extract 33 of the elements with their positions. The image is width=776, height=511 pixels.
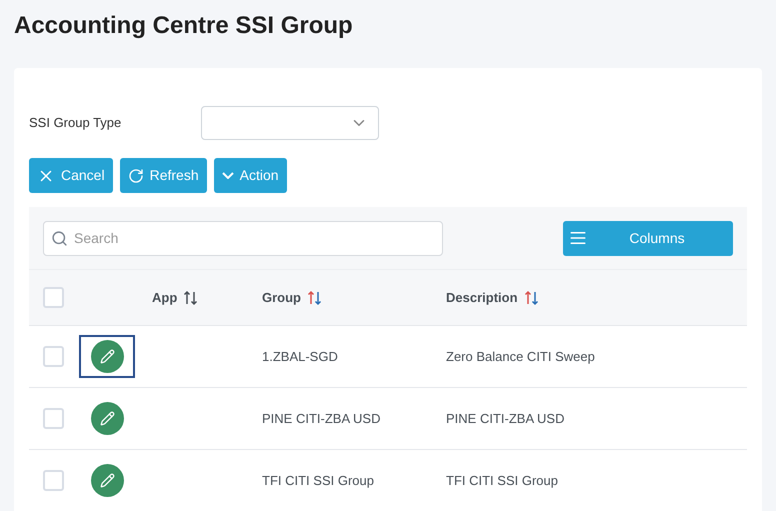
search-icon	[51, 230, 68, 246]
field-label: SSI Group Type	[29, 114, 122, 132]
columns-button[interactable]: Columns	[563, 220, 733, 256]
refresh-icon	[128, 168, 144, 184]
chevron-down-icon	[222, 172, 234, 179]
list-icon	[569, 229, 587, 247]
table-cell-text: PINE CITI-ZBA USD	[446, 410, 564, 428]
checkbox[interactable]	[43, 287, 64, 308]
pencil-icon	[100, 411, 114, 426]
checkbox[interactable]	[43, 346, 64, 367]
column-header[interactable]: Description	[446, 288, 518, 308]
cancel-button[interactable]: Cancel	[29, 158, 113, 193]
edit-button[interactable]	[90, 340, 124, 373]
page-title: Accounting Centre SSI Group	[13, 11, 354, 41]
column-header[interactable]: Group	[262, 288, 301, 308]
edit-button[interactable]	[90, 464, 124, 497]
sort-icon[interactable]	[183, 290, 200, 306]
pencil-icon	[100, 473, 114, 488]
sort-icon[interactable]	[524, 290, 540, 306]
edit-button[interactable]	[90, 402, 124, 435]
table-cell-text: TFI CITI SSI Group	[262, 472, 375, 490]
action-button[interactable]: Action	[214, 158, 287, 193]
checkbox[interactable]	[43, 470, 64, 491]
table-cell-text: 1.ZBAL-SGD	[262, 348, 339, 366]
pencil-icon	[100, 349, 114, 364]
checkbox[interactable]	[43, 408, 64, 429]
sort-icon[interactable]	[307, 290, 323, 306]
search-field[interactable]: Search	[43, 220, 443, 256]
table-cell-text: Zero Balance CITI Sweep	[446, 348, 595, 366]
table-cell-text: TFI CITI SSI Group	[446, 472, 558, 490]
refresh-button[interactable]: Refresh	[120, 158, 207, 193]
table-cell-text: PINE CITI-ZBA USD	[262, 410, 382, 428]
column-header[interactable]: App	[152, 288, 178, 308]
